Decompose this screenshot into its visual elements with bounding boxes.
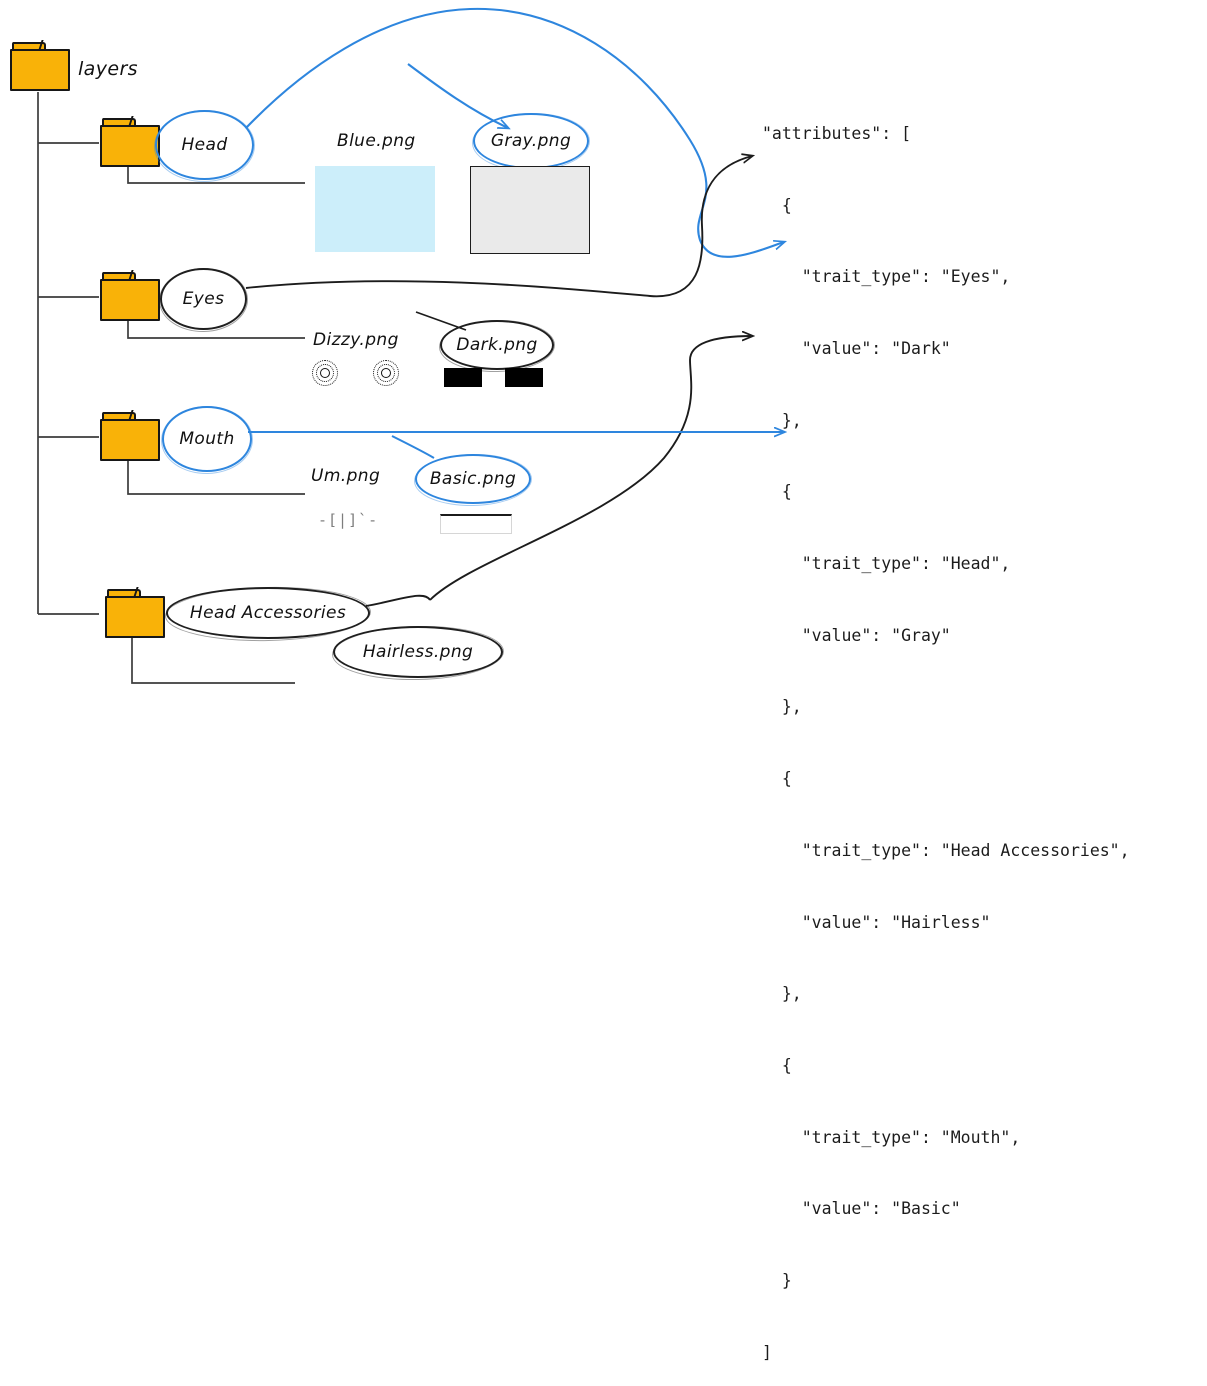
- file-name-text: Hairless.png: [362, 642, 474, 662]
- folder-icon-mouth[interactable]: [100, 410, 160, 461]
- file-preview-um-glyph: -[|]`-: [318, 511, 379, 529]
- folder-icon-head-accessories[interactable]: [105, 587, 165, 638]
- group-label-eyes[interactable]: Eyes: [160, 268, 247, 330]
- group-name-text: Head Accessories: [189, 603, 347, 623]
- json-line: },: [762, 410, 802, 430]
- basicpng-connector: [391, 435, 435, 459]
- root-label: layers: [78, 58, 138, 80]
- folder-icon-head[interactable]: [100, 116, 160, 167]
- file-name-text: Gray.png: [490, 131, 572, 151]
- folder-body: [100, 279, 160, 321]
- tree-spine: [37, 92, 99, 615]
- file-preview-basic-mouth: [440, 514, 512, 534]
- folder-body: [10, 49, 70, 91]
- file-preview-dark-eye-right: [505, 368, 543, 387]
- folder-body: [105, 596, 165, 638]
- file-label-blue-png: Blue.png: [337, 131, 416, 151]
- group-label-head-accessories[interactable]: Head Accessories: [166, 587, 370, 639]
- json-line: {: [762, 1055, 792, 1075]
- json-line: "value": "Basic": [762, 1199, 961, 1219]
- json-line: "trait_type": "Eyes",: [762, 267, 1011, 287]
- group-name-text: Eyes: [182, 289, 225, 309]
- json-line: "trait_type": "Head",: [762, 554, 1011, 574]
- json-line: "value": "Hairless": [762, 912, 991, 932]
- file-preview-dark-eye-left: [444, 368, 482, 387]
- group-label-head[interactable]: Head: [155, 110, 254, 180]
- file-label-um-png: Um.png: [311, 466, 381, 486]
- group-label-mouth[interactable]: Mouth: [162, 406, 252, 472]
- json-line: "trait_type": "Head Accessories",: [762, 840, 1130, 860]
- json-line: ]: [762, 1342, 772, 1362]
- file-preview-gray-png: [470, 166, 590, 254]
- head-to-graypng-arrow: [407, 63, 508, 128]
- folder-icon-eyes[interactable]: [100, 270, 160, 321]
- file-name-text: Basic.png: [429, 469, 517, 489]
- file-label-hairless-png[interactable]: Hairless.png: [333, 626, 503, 678]
- file-label-basic-png[interactable]: Basic.png: [415, 454, 531, 504]
- folder-body: [100, 125, 160, 167]
- file-preview-dizzy-eye-right: [373, 360, 399, 386]
- file-name-text: Dark.png: [456, 335, 538, 355]
- json-line: "value": "Dark": [762, 338, 951, 358]
- json-line: {: [762, 482, 792, 502]
- diagram-canvas: layers Head Eyes Mouth Head Accessories …: [0, 0, 1207, 1362]
- json-line: "attributes": [: [762, 123, 912, 143]
- json-line: },: [762, 697, 802, 717]
- file-preview-dizzy-eye-left: [312, 360, 338, 386]
- json-line: },: [762, 984, 802, 1004]
- json-line: {: [762, 769, 792, 789]
- json-line: }: [762, 1271, 792, 1291]
- json-line: "value": "Gray": [762, 625, 951, 645]
- json-line: "trait_type": "Mouth",: [762, 1127, 1021, 1147]
- folder-body: [100, 419, 160, 461]
- group-name-text: Head: [181, 135, 228, 155]
- file-label-dizzy-png: Dizzy.png: [313, 330, 399, 350]
- file-preview-blue-png: [315, 166, 435, 252]
- file-label-gray-png[interactable]: Gray.png: [473, 113, 589, 169]
- file-label-dark-png[interactable]: Dark.png: [440, 320, 554, 370]
- json-line: {: [762, 195, 792, 215]
- json-attributes-panel: "attributes": [ { "trait_type": "Eyes", …: [762, 74, 1130, 1386]
- group-name-text: Mouth: [179, 429, 235, 449]
- folder-icon-layers[interactable]: [10, 40, 70, 91]
